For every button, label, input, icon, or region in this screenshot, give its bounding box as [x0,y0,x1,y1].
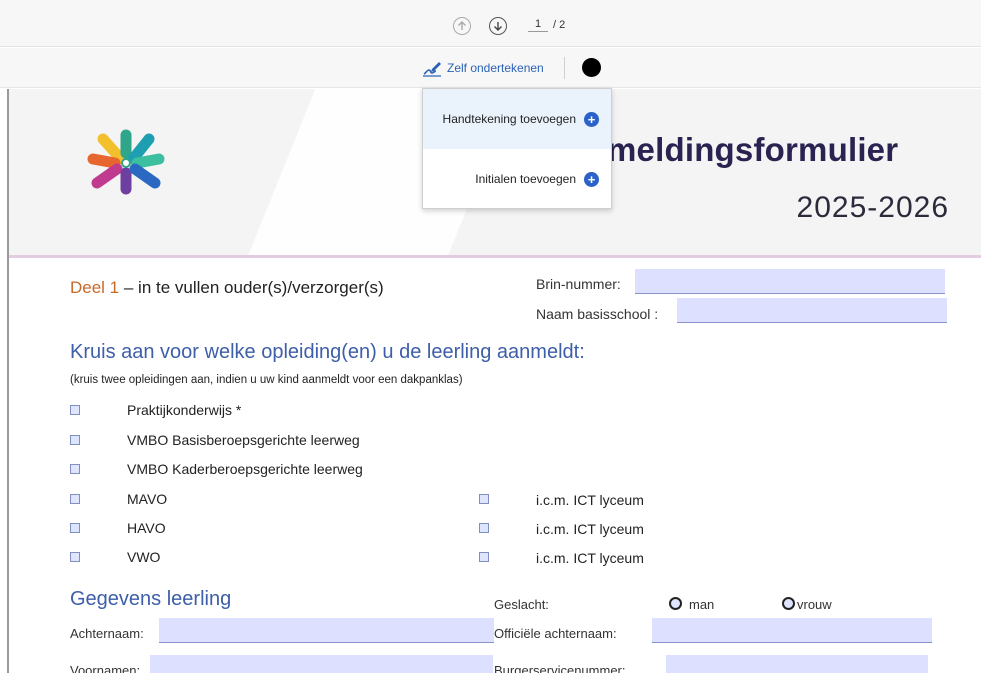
sign-self-label: Zelf ondertekenen [447,61,544,75]
radio-vrouw-label: vrouw [797,597,832,612]
add-signature-menu-item[interactable]: Handtekening toevoegen + [423,89,611,149]
option-label: HAVO [127,520,166,536]
ict-label: i.c.m. ICT lyceum [536,492,644,508]
brin-label: Brin-nummer: [536,276,621,292]
checkbox-vwo[interactable] [70,552,80,562]
next-page-button[interactable] [489,17,507,35]
school-year: 2025-2026 [796,191,949,224]
radio-vrouw[interactable] [782,597,795,610]
form-title: meldingsformulier [607,131,899,168]
ict-label: i.c.m. ICT lyceum [536,550,644,566]
bsn-label: Burgerservicenummer: [494,663,626,673]
school-logo-icon [87,129,165,195]
checkbox-vmbo-kader[interactable] [70,464,80,474]
voornamen-field[interactable] [150,655,493,673]
brin-field[interactable] [635,269,945,294]
option-label: Praktijkonderwijs * [127,402,242,418]
arrow-down-icon [494,22,502,31]
add-signature-label: Handtekening toevoegen [442,112,576,126]
add-initials-label: Initialen toevoegen [475,172,576,186]
ict-label: i.c.m. ICT lyceum [536,521,644,537]
checkbox-havo-ict[interactable] [479,523,489,533]
ink-color-picker[interactable] [582,58,601,77]
plus-circle-icon: + [584,111,599,127]
option-label: VMBO Kaderberoepsgerichte leerweg [127,461,363,477]
checkbox-mavo-ict[interactable] [479,494,489,504]
sign-dropdown-menu: Handtekening toevoegen + Initialen toevo… [422,88,612,209]
bsn-field[interactable] [666,655,928,673]
dakpanklas-note: (kruis twee opleidingen aan, indien u uw… [70,374,463,386]
voornamen-label: Voornamen: [70,663,141,673]
officiele-achternaam-label: Officiële achternaam: [494,626,617,641]
header-divider [9,255,981,258]
checkbox-mavo[interactable] [70,494,80,504]
arrow-up-icon [458,21,466,30]
heading-opleiding: Kruis aan voor welke opleiding(en) u de … [70,341,585,363]
checkbox-havo[interactable] [70,523,80,533]
heading-leerling: Gegevens leerling [70,588,232,610]
deel-number: Deel 1 [70,278,120,297]
sign-toolbar: Zelf ondertekenen [0,48,981,88]
add-initials-menu-item[interactable]: Initialen toevoegen + [423,149,611,209]
sign-self-button[interactable]: Zelf ondertekenen [421,58,544,78]
geslacht-label: Geslacht: [494,597,549,612]
page-total: / 2 [553,19,566,31]
option-label: VWO [127,549,161,565]
radio-man[interactable] [669,597,682,610]
deel-description: – in te vullen ouder(s)/verzorger(s) [119,278,384,297]
achternaam-label: Achternaam: [70,626,144,641]
option-label: VMBO Basisberoepsgerichte leerweg [127,432,360,448]
achternaam-field[interactable] [159,618,494,643]
option-label: MAVO [127,491,168,507]
page-nav-bar: 1 / 2 [0,0,981,47]
toolbar-divider [564,57,565,79]
radio-man-label: man [689,597,715,612]
checkbox-vwo-ict[interactable] [479,552,489,562]
school-name-field[interactable] [677,298,947,323]
plus-circle-icon: + [584,171,599,187]
checkbox-praktijkonderwijs[interactable] [70,405,80,415]
page-number-input[interactable]: 1 [528,18,548,32]
officiele-achternaam-field[interactable] [652,618,932,643]
previous-page-button[interactable] [453,17,471,35]
school-name-label: Naam basisschool : [536,306,659,322]
signature-pen-icon [423,62,441,77]
section-heading-deel1: Deel 1 – in te vullen ouder(s)/verzorger… [70,278,384,298]
checkbox-vmbo-basis[interactable] [70,435,80,445]
